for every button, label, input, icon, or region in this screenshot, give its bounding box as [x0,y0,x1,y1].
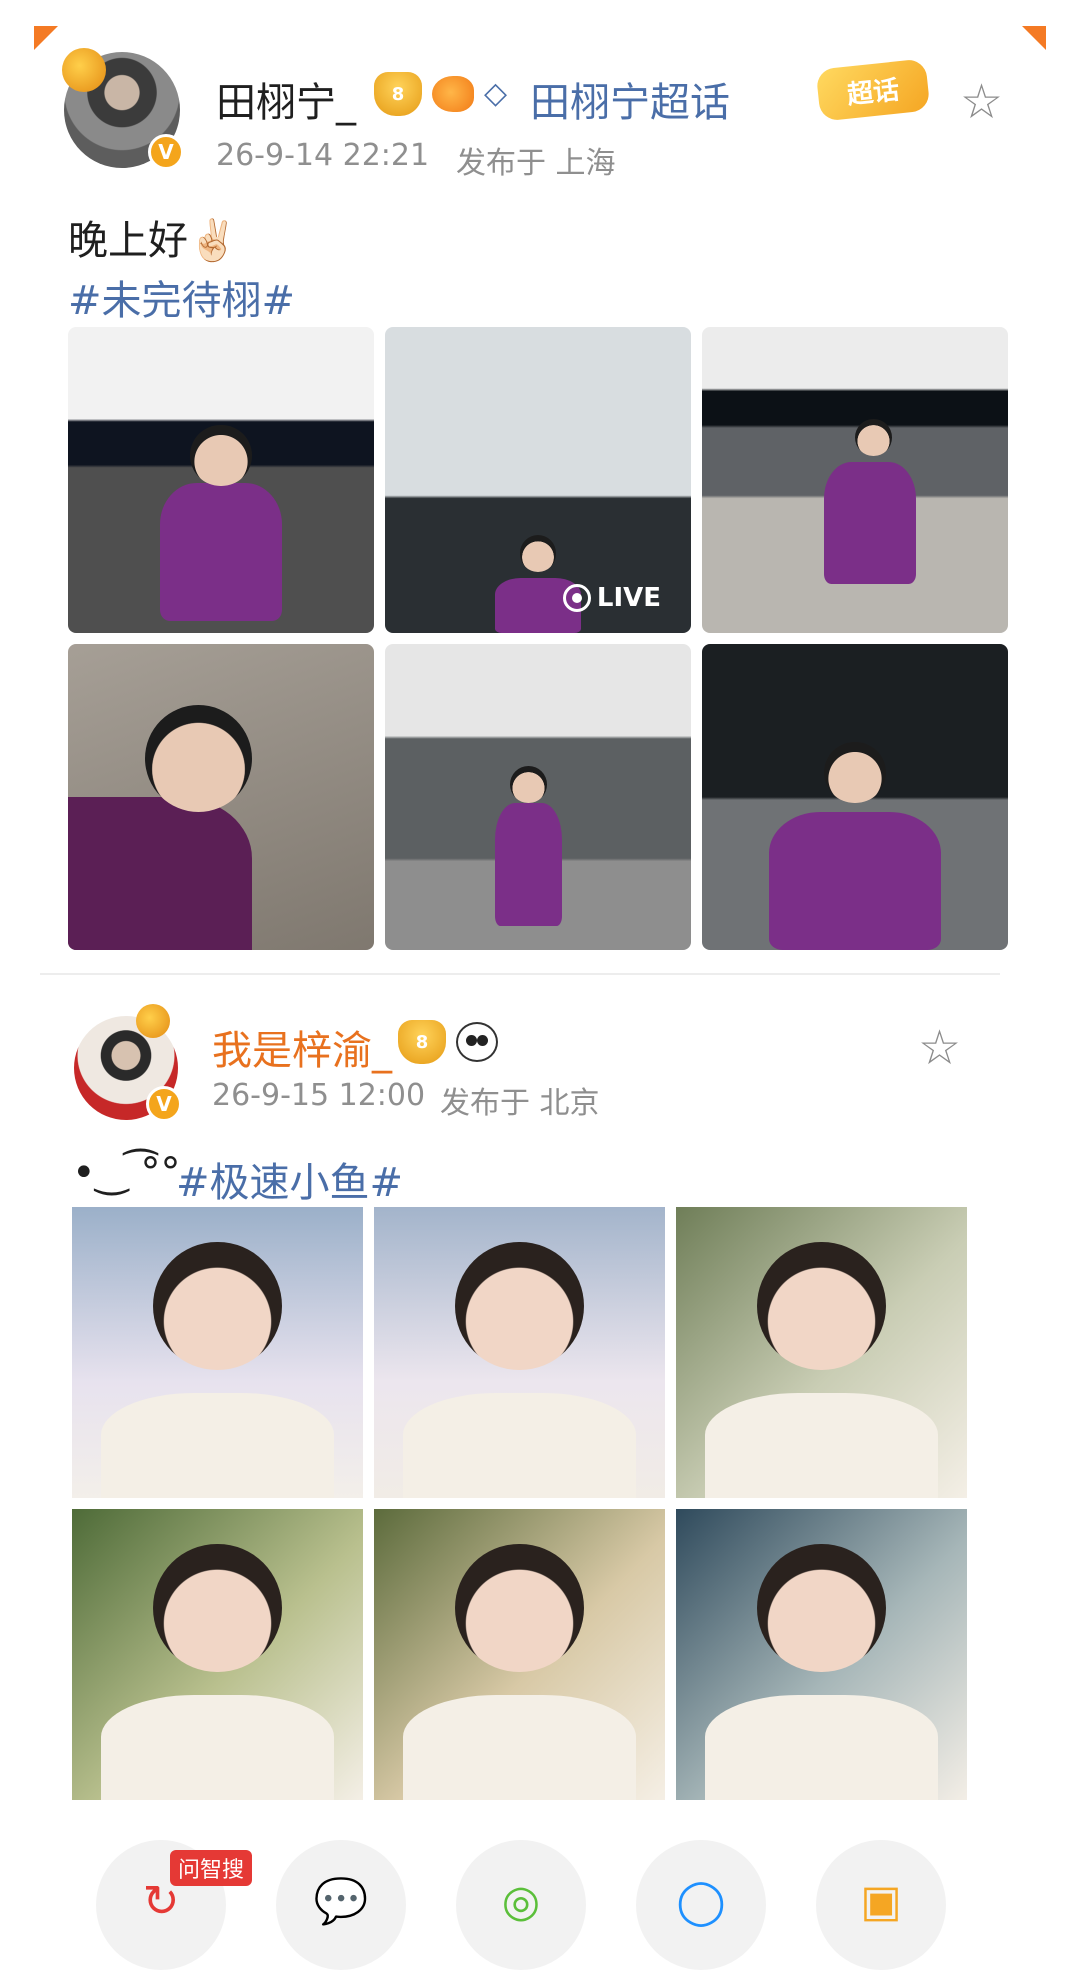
live-label: LIVE [596,583,661,613]
live-photo-icon [562,584,591,612]
favorite-star-icon[interactable]: ☆ [918,1024,961,1072]
image-grid [72,1207,967,1800]
panda-icon [456,1022,498,1062]
share-album-button[interactable]: ▣ [816,1840,946,1970]
live-badge: LIVE [562,583,661,613]
post-image-3[interactable] [676,1207,967,1498]
post-image-6[interactable] [676,1509,967,1800]
share-wechat-button[interactable]: 💬 [276,1840,406,1970]
album-icon: ▣ [860,1876,902,1927]
post-card-2[interactable]: V 我是梓渝_ 8 ☆ 26-9-15 12:00 发布于 北京 •‿ ͡°° … [0,0,1080,1820]
wechat-icon: 💬 [313,1876,369,1927]
share-moments-button[interactable]: ◎ [456,1840,586,1970]
share-qq-button[interactable]: ◯ [636,1840,766,1970]
refresh-icon: ↻ [142,1876,180,1927]
post-image-1[interactable] [72,1207,363,1498]
verified-badge: V [146,1086,182,1122]
post-location: 发布于 北京 [440,1086,600,1121]
post-timestamp: 26-9-15 12:00 [212,1078,426,1113]
post-text: •‿ ͡°° [72,1150,181,1196]
post-image-2[interactable] [374,1207,665,1498]
wenzhisou-badge[interactable]: 问智搜 [170,1850,253,1886]
post-image-5[interactable] [374,1509,665,1800]
avatar-pendant-icon [136,1004,170,1038]
moments-icon: ◎ [501,1876,541,1927]
post-image-4[interactable] [72,1509,363,1800]
vip-crown-icon: 8 [398,1020,446,1064]
share-bar: ↻ 💬 ◎ ◯ ▣ [0,1840,1080,1970]
username[interactable]: 我是梓渝_ [212,1018,392,1076]
qq-icon: ◯ [676,1876,726,1927]
hashtag-link[interactable]: #极速小鱼# [176,1150,403,1208]
